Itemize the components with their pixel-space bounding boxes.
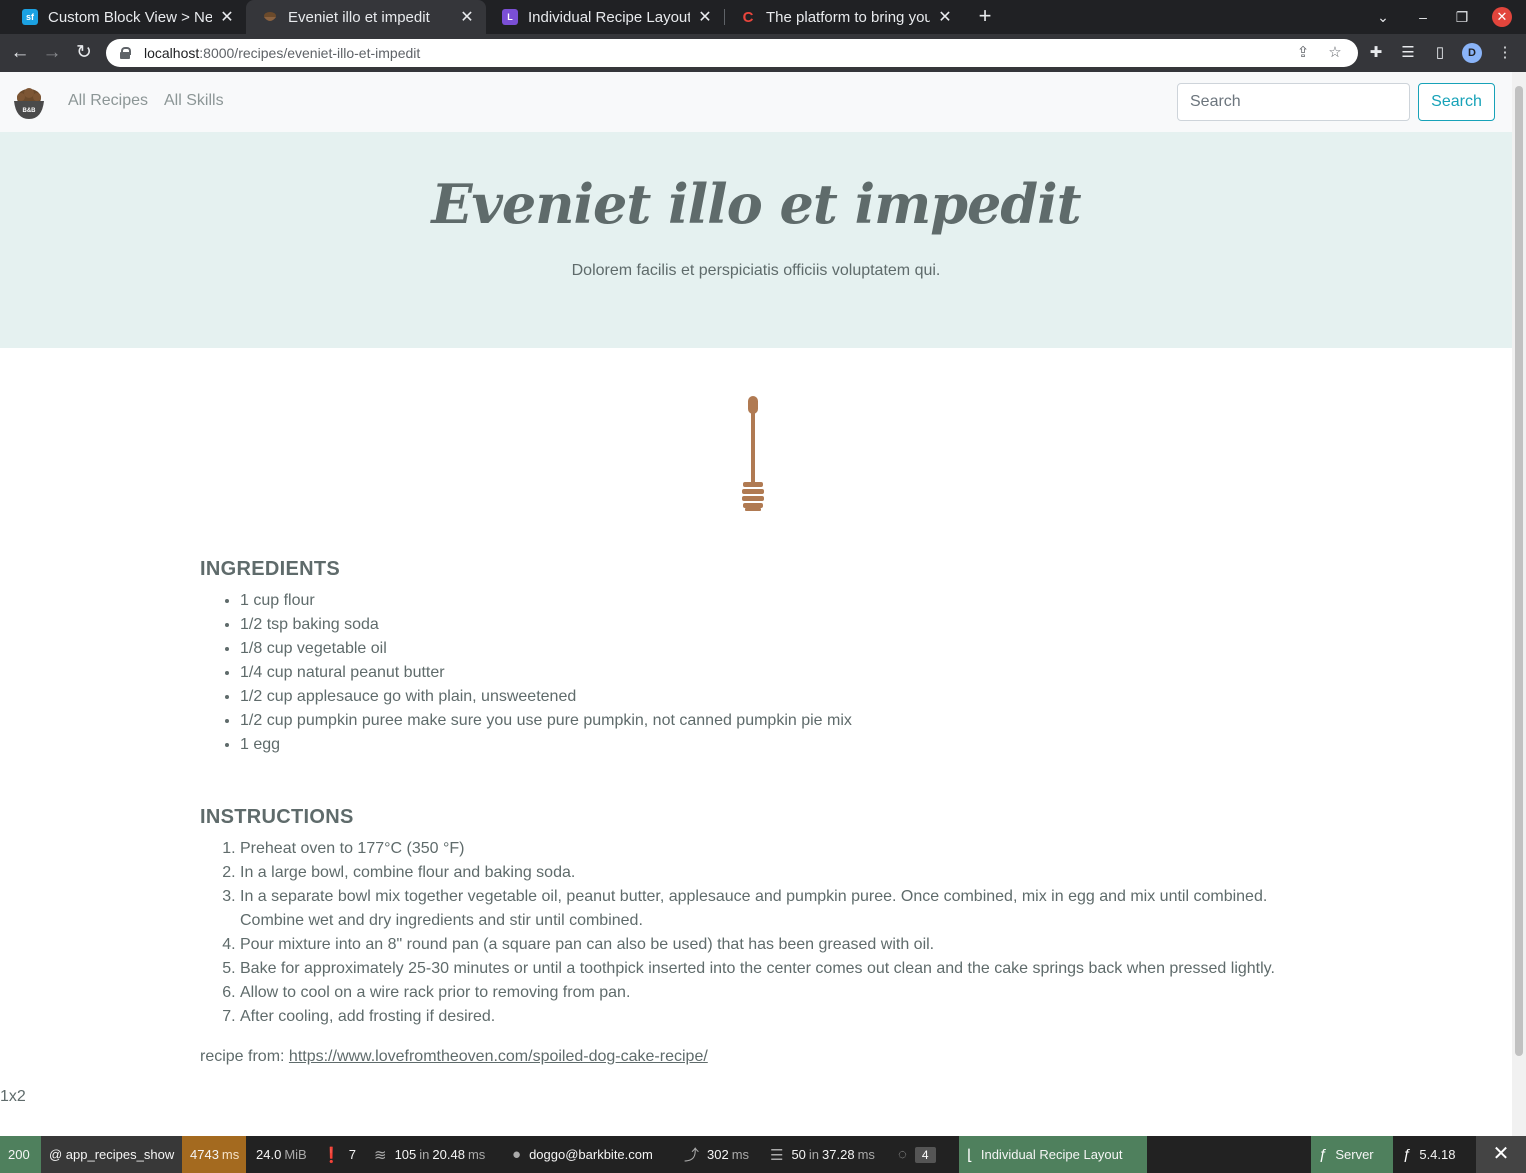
site-navbar: B&B All Recipes All Skills Search — [0, 72, 1512, 132]
browser-toolbar: ← → ↻ localhost:8000/recipes/eveniet-ill… — [0, 34, 1526, 72]
browser-tab-1[interactable]: sf Custom Block View > Netg ✕ — [6, 0, 246, 34]
symfony-debug-toolbar: 200 @ app_recipes_show 4743 ms 24.0 MiB ❗ 7… — [0, 1136, 1526, 1173]
recipe-subtitle: Dolorem facilis et perspiciatis officiis… — [571, 262, 941, 279]
logs-alert-icon: ❗ — [322, 1146, 341, 1164]
side-panel-icon[interactable]: ▯ — [1429, 42, 1451, 64]
twig-icon: ⤴ — [684, 1147, 700, 1164]
instruction-step: Allow to cool on a wire rack prior to re… — [240, 981, 1300, 1005]
new-tab-button[interactable]: + — [972, 4, 998, 30]
sf-twig[interactable]: ⤴ 302 ms — [676, 1136, 757, 1173]
sf-version[interactable]: ƒ 5.4.18 — [1395, 1136, 1464, 1173]
sf-route[interactable]: @ app_recipes_show — [41, 1136, 182, 1173]
instruction-step: Preheat oven to 177°C (350 °F) — [240, 837, 1300, 861]
ingredient-item: 1/2 cup pumpkin puree make sure you use … — [240, 709, 852, 733]
scrollbar-thumb[interactable] — [1515, 86, 1523, 1056]
instruction-step: In a separate bowl mix together vegetabl… — [240, 885, 1300, 933]
sf-user[interactable]: ● doggo@barkbite.com — [504, 1136, 661, 1173]
recipe-hero: Eveniet illo et impedit Dolorem facilis … — [0, 132, 1512, 348]
instruction-step: After cooling, add frosting if desired. — [240, 1005, 1300, 1029]
instructions-heading: INSTRUCTIONS — [200, 806, 354, 828]
sf-cache[interactable]: ≋ 105 in 20.48 ms — [366, 1136, 493, 1173]
ingredients-heading: INGREDIENTS — [200, 558, 340, 580]
restore-icon[interactable]: ❐ — [1447, 0, 1477, 34]
cache-layers-icon: ≋ — [374, 1146, 387, 1164]
ingredient-item: 1/8 cup vegetable oil — [240, 637, 852, 661]
honey-dipper-icon — [742, 396, 764, 511]
lock-icon — [120, 47, 131, 59]
recipe-source: recipe from: https://www.lovefromtheoven… — [200, 1048, 708, 1066]
recipe-title: Eveniet illo et impedit — [431, 172, 1081, 236]
layouts-icon: ⌊ — [967, 1146, 973, 1164]
close-tab-icon[interactable]: ✕ — [696, 7, 714, 27]
database-icon: ☰ — [770, 1146, 784, 1164]
nav-link-all-recipes[interactable]: All Recipes — [68, 92, 148, 110]
instruction-step: Pour mixture into an 8" round pan (a squ… — [240, 933, 1300, 957]
browser-tab-bar: sf Custom Block View > Netg ✕ Eveniet il… — [0, 0, 1526, 34]
page-viewport: B&B All Recipes All Skills Search Evenie… — [0, 72, 1512, 1136]
address-bar[interactable]: localhost:8000/recipes/eveniet-illo-et-i… — [106, 39, 1358, 67]
close-window-icon[interactable]: ✕ — [1492, 7, 1512, 27]
instructions-list: Preheat oven to 177°C (350 °F) In a larg… — [240, 837, 1300, 1029]
share-icon[interactable]: ⇪ — [1292, 43, 1314, 63]
tab-title: The platform to bring you — [766, 8, 930, 26]
browser-tab-4[interactable]: C The platform to bring you ✕ — [724, 0, 964, 34]
close-tab-icon[interactable]: ✕ — [936, 7, 954, 27]
ingredient-item: 1/2 cup applesauce go with plain, unswee… — [240, 685, 852, 709]
platform-favicon-icon: C — [742, 8, 754, 26]
instruction-step: In a large bowl, combine flour and bakin… — [240, 861, 1300, 885]
ingredient-item: 1 egg — [240, 733, 852, 757]
tab-title: Eveniet illo et impedit — [288, 8, 430, 26]
tab-title: Individual Recipe Layout - — [528, 8, 690, 26]
instruction-step: Bake for approximately 25-30 minutes or … — [240, 957, 1300, 981]
nav-link-all-skills[interactable]: All Skills — [164, 92, 224, 110]
tab-search-chevron-icon[interactable]: ⌄ — [1368, 0, 1398, 34]
close-tab-icon[interactable]: ✕ — [458, 7, 476, 27]
browser-tab-3[interactable]: L Individual Recipe Layout - ✕ — [486, 0, 724, 34]
bookmark-star-icon[interactable]: ☆ — [1324, 43, 1346, 63]
reload-icon[interactable]: ↻ — [69, 38, 99, 68]
sf-database[interactable]: ☰ 50 in 37.28 ms — [762, 1136, 883, 1173]
ingredient-item: 1/4 cup natural peanut butter — [240, 661, 852, 685]
minimize-icon[interactable]: – — [1408, 0, 1438, 34]
page-scrollbar[interactable] — [1512, 72, 1526, 1136]
ingredients-list: 1 cup flour 1/2 tsp baking soda 1/8 cup … — [240, 589, 852, 757]
user-icon: ● — [512, 1146, 522, 1163]
sf-server[interactable]: ƒ Server — [1311, 1136, 1393, 1173]
sf-translations[interactable]: ◌ 4 — [890, 1136, 944, 1173]
search-input[interactable] — [1177, 83, 1410, 121]
layouts-favicon-icon: L — [502, 9, 518, 25]
source-link[interactable]: https://www.lovefromtheoven.com/spoiled-… — [289, 1048, 708, 1065]
close-tab-icon[interactable]: ✕ — [218, 7, 236, 27]
sf-logs[interactable]: ❗ 7 — [314, 1136, 364, 1173]
symfony-favicon-icon: sf — [22, 9, 38, 25]
search-button[interactable]: Search — [1418, 83, 1495, 121]
logo-text: B&B — [23, 108, 37, 114]
tab-title: Custom Block View > Netg — [48, 8, 212, 26]
bowl-logo-icon[interactable]: B&B — [12, 86, 46, 120]
sf-layouts[interactable]: ⌊ Individual Recipe Layout — [959, 1136, 1147, 1173]
reading-list-icon[interactable]: ☰ — [1397, 42, 1419, 64]
browser-tab-2[interactable]: Eveniet illo et impedit ✕ — [246, 0, 486, 34]
symfony-logo-icon: ƒ — [1319, 1146, 1328, 1163]
ingredient-item: 1 cup flour — [240, 589, 852, 613]
profile-avatar[interactable]: D — [1462, 43, 1482, 63]
forward-arrow-icon[interactable]: → — [37, 38, 67, 68]
url-text: localhost:8000/recipes/eveniet-illo-et-i… — [144, 45, 421, 61]
translation-icon: ◌ — [898, 1146, 907, 1163]
extensions-puzzle-icon[interactable]: ✚ — [1365, 42, 1387, 64]
bowl-favicon-icon — [262, 9, 278, 25]
browser-menu-icon[interactable]: ⋮ — [1494, 42, 1516, 64]
ingredient-item: 1/2 tsp baking soda — [240, 613, 852, 637]
back-arrow-icon[interactable]: ← — [5, 38, 35, 68]
sf-status-code[interactable]: 200 — [0, 1136, 41, 1173]
stray-text: 1x2 — [0, 1088, 26, 1105]
sf-memory[interactable]: 24.0 MiB — [248, 1136, 315, 1173]
sf-toolbar-close-icon[interactable]: ✕ — [1476, 1136, 1526, 1173]
source-label: recipe from: — [200, 1048, 289, 1065]
symfony-logo-icon: ƒ — [1403, 1146, 1412, 1163]
sf-time[interactable]: 4743 ms — [182, 1136, 246, 1173]
